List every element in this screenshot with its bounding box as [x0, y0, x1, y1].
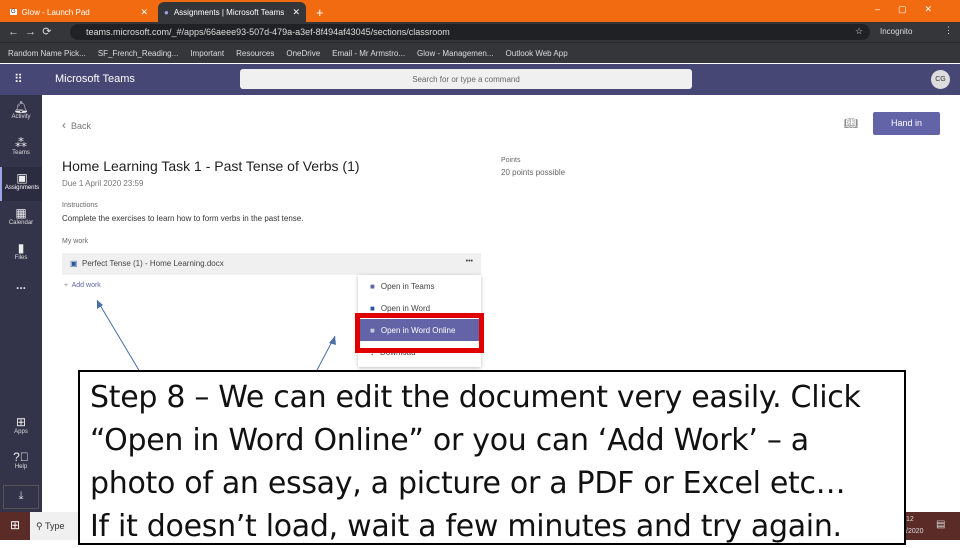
notification-icon[interactable]: ▤ — [936, 519, 945, 530]
arrowhead — [329, 336, 336, 345]
instruction-caption: Step 8 – We can edit the document very e… — [78, 370, 906, 545]
caption-line: Step 8 – We can edit the document very e… — [90, 380, 861, 415]
search-icon: ⚲ — [36, 521, 43, 531]
arrow-to-add-work — [96, 299, 141, 373]
caption-line: If it doesn’t load, wait a few minutes a… — [90, 509, 842, 544]
clock-time: 12 — [906, 516, 914, 523]
search-label: Type — [44, 521, 65, 531]
windows-start-icon[interactable]: ⊞ — [10, 518, 20, 532]
caption-line: “Open in Word Online” or you can ‘Add Wo… — [90, 423, 809, 458]
caption-line: photo of an essay, a picture or a PDF or… — [90, 466, 846, 501]
clock-date: /2020 — [906, 528, 924, 535]
